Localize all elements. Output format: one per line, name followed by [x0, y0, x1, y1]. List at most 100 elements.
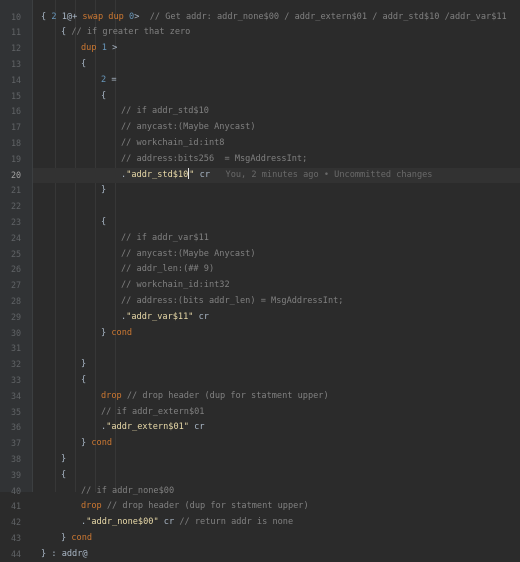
code-line[interactable]: // anycast:(Maybe Anycast): [33, 120, 520, 136]
code-token: 1@+: [61, 11, 83, 22]
code-line[interactable]: // address:(bits addr_len) = MsgAddressI…: [33, 294, 520, 310]
code-token: {: [101, 216, 107, 227]
code-token: 2: [51, 11, 62, 22]
git-blame-annotation: You, 2 minutes ago • Uncommitted changes: [210, 169, 433, 180]
code-line[interactable]: } cond: [33, 531, 520, 547]
code-line[interactable]: }: [33, 183, 520, 199]
code-line[interactable]: {: [33, 57, 520, 73]
code-token: swap dup: [82, 11, 129, 22]
line-number: 43: [10, 532, 22, 543]
code-line[interactable]: {: [33, 89, 520, 105]
code-line[interactable]: } cond: [33, 436, 520, 452]
line-number: 25: [10, 248, 22, 259]
code-line[interactable]: // workchain_id:int32: [33, 278, 520, 294]
line-number: 37: [10, 438, 22, 449]
code-token: {: [61, 469, 67, 480]
code-token: "addr_std$10: [126, 169, 189, 180]
line-number: 44: [10, 548, 22, 559]
code-token: // if addr_none$00: [81, 485, 175, 496]
code-token: cond: [91, 438, 113, 449]
code-token: }: [101, 185, 107, 196]
line-number: 14: [10, 74, 22, 85]
code-line[interactable]: ."addr_none$00" cr // return addr is non…: [33, 515, 520, 531]
line-number: 31: [10, 343, 22, 354]
line-number: 42: [10, 517, 22, 528]
code-line[interactable]: dup 1 >: [33, 41, 520, 57]
code-line[interactable]: }: [33, 357, 520, 373]
code-token: // if greater that zero: [71, 27, 191, 38]
line-number: 41: [10, 501, 22, 512]
code-line[interactable]: ."addr_extern$01" cr: [33, 420, 520, 436]
code-line[interactable]: [33, 199, 520, 215]
code-token: cond: [111, 327, 133, 338]
code-token: // drop header (dup for statment upper): [106, 501, 309, 512]
code-token: 2: [101, 74, 112, 85]
code-area[interactable]: { 2 1@+ swap dup 0> // Get addr: addr_no…: [33, 0, 520, 559]
code-token: // if addr_std$10: [121, 106, 209, 117]
code-line[interactable]: // addr_len:(## 9): [33, 262, 520, 278]
code-line[interactable]: {: [33, 215, 520, 231]
code-line[interactable]: {: [33, 373, 520, 389]
code-line[interactable]: ."addr_std$10" cr You, 2 minutes ago • U…: [33, 167, 520, 184]
line-number: 24: [10, 232, 22, 243]
code-line[interactable]: { 2 1@+ swap dup 0> // Get addr: addr_no…: [33, 10, 520, 26]
code-line[interactable]: [33, 341, 520, 357]
line-number: 23: [10, 216, 22, 227]
code-line[interactable]: // address:bits256 = MsgAddressInt;: [33, 152, 520, 168]
line-number: 19: [10, 153, 22, 164]
code-token: // workchain_id:int8: [121, 137, 225, 148]
code-line[interactable]: drop // drop header (dup for statment up…: [33, 389, 520, 405]
code-line[interactable]: } cond: [33, 326, 520, 342]
code-token: }: [101, 327, 112, 338]
code-token: drop: [81, 501, 107, 512]
code-token: "addr_none$00": [86, 517, 159, 528]
line-number: 30: [10, 327, 22, 338]
line-number: 38: [10, 453, 22, 464]
code-token: cr: [188, 422, 205, 433]
code-token: // workchain_id:int32: [121, 280, 230, 291]
code-line[interactable]: drop // drop header (dup for statment up…: [33, 499, 520, 515]
code-line[interactable]: // if addr_var$11: [33, 231, 520, 247]
line-number: 26: [10, 264, 22, 275]
code-token: {: [41, 11, 52, 22]
line-number: 12: [10, 43, 22, 54]
code-token: >: [134, 11, 145, 22]
code-token: =: [111, 74, 117, 85]
code-token: dup: [81, 43, 102, 54]
line-number: 32: [10, 359, 22, 370]
code-line[interactable]: 2 =: [33, 73, 520, 89]
code-token: >: [112, 43, 118, 54]
line-number: 33: [10, 374, 22, 385]
code-editor[interactable]: 10 11 12 13 14 15 16 17 18 19 20 21 22 23 24 25 26 27 28 29…: [0, 0, 520, 559]
line-number: 22: [10, 201, 22, 212]
code-line[interactable]: // workchain_id:int8: [33, 136, 520, 152]
code-token: }: [61, 532, 72, 543]
code-line[interactable]: }: [33, 452, 520, 468]
code-token: // anycast:(Maybe Anycast): [121, 248, 256, 259]
code-token: {: [101, 90, 107, 101]
code-token: // if addr_extern$01: [101, 406, 205, 417]
code-token: cr: [158, 517, 180, 528]
code-line[interactable]: // if addr_std$10: [33, 104, 520, 120]
code-token: cr: [193, 311, 209, 322]
code-line[interactable]: // anycast:(Maybe Anycast): [33, 247, 520, 263]
code-token: } : addr@: [41, 548, 88, 559]
code-line[interactable]: { // if greater that zero: [33, 25, 520, 41]
code-token: "addr_extern$01": [106, 422, 189, 433]
code-line[interactable]: // if addr_none$00: [33, 484, 520, 500]
line-number: 16: [10, 106, 22, 117]
line-number-gutter[interactable]: 10 11 12 13 14 15 16 17 18 19 20 21 22 23 24 25 26 27 28 29…: [0, 0, 33, 559]
code-line[interactable]: {: [33, 468, 520, 484]
line-number: 28: [10, 295, 22, 306]
code-line[interactable]: } : addr@: [33, 547, 520, 562]
code-token: {: [81, 58, 87, 69]
code-token: {: [81, 374, 87, 385]
code-line[interactable]: // if addr_extern$01: [33, 405, 520, 421]
code-token: // anycast:(Maybe Anycast): [121, 122, 256, 133]
code-token: // address:bits256 = MsgAddressInt;: [121, 153, 308, 164]
code-line[interactable]: ."addr_var$11" cr: [33, 310, 520, 326]
code-token: "addr_var$11": [126, 311, 194, 322]
line-number: 29: [10, 311, 22, 322]
line-number: 36: [10, 422, 22, 433]
line-number: 11: [10, 27, 22, 38]
